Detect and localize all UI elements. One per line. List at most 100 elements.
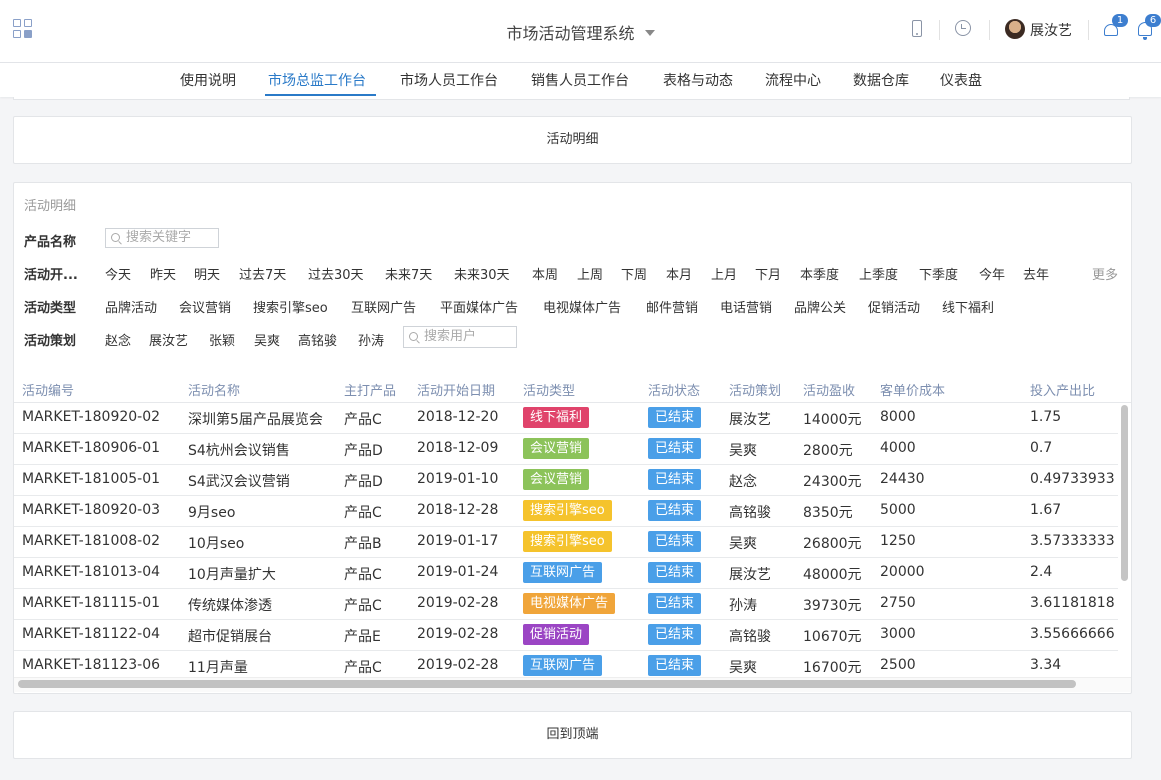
date-option[interactable]: 上周 (577, 264, 603, 283)
type-option[interactable]: 线下福利 (942, 297, 994, 316)
table-row[interactable]: MARKET-181005-01 S4武汉会议营销 产品D 2019-01-10 会议营… (14, 465, 1118, 496)
col-header-type[interactable]: 活动类型 (523, 380, 575, 399)
filter-label-date: 活动开... (24, 268, 78, 283)
date-option[interactable]: 下周 (621, 264, 647, 283)
cell-product: 产品E (344, 629, 381, 645)
avatar[interactable] (1005, 19, 1025, 39)
date-option[interactable]: 本周 (532, 264, 558, 283)
cell-planner: 展汝艺 (729, 412, 771, 428)
col-header-start-date[interactable]: 活动开始日期 (417, 380, 495, 399)
type-option[interactable]: 互联网广告 (351, 297, 416, 316)
planner-option[interactable]: 赵念 (105, 330, 131, 349)
table-row[interactable]: MARKET-180920-03 9月seo 产品C 2018-12-28 搜索引擎se… (14, 496, 1118, 527)
type-option[interactable]: 邮件营销 (646, 297, 698, 316)
table-row[interactable]: MARKET-181122-04 超市促销展台 产品E 2019-02-28 促销活动 已… (14, 620, 1118, 651)
date-option[interactable]: 明天 (194, 264, 220, 283)
date-option[interactable]: 本季度 (800, 264, 839, 283)
cell-planner: 孙涛 (729, 598, 757, 614)
app-title-dropdown[interactable]: 市场活动管理系统 (0, 20, 1161, 44)
cell-revenue: 2800元 (803, 443, 853, 459)
cell-type: 互联网广告 (523, 655, 603, 676)
username[interactable]: 展汝艺 (1030, 20, 1072, 40)
col-header-planner[interactable]: 活动策划 (729, 380, 781, 399)
cell-product: 产品D (344, 474, 383, 490)
share-icon[interactable]: 1 (1102, 14, 1128, 40)
planner-option[interactable]: 张颖 (209, 330, 235, 349)
activity-detail-button[interactable]: 活动明细 (13, 116, 1132, 164)
date-option[interactable]: 过去30天 (308, 264, 364, 283)
horizontal-scrollbar[interactable] (18, 680, 1076, 688)
cell-id: MARKET-181013-04 (22, 564, 161, 580)
product-search-input[interactable]: 搜索关键字 (105, 228, 219, 248)
type-option[interactable]: 电话营销 (720, 297, 772, 316)
planner-search-input[interactable]: 搜索用户 (403, 326, 517, 348)
cell-roi: 3.57333333 (1030, 533, 1115, 549)
col-header-name[interactable]: 活动名称 (188, 380, 240, 399)
date-option[interactable]: 未来30天 (454, 264, 510, 283)
type-option[interactable]: 品牌活动 (105, 297, 157, 316)
cell-name: 超市促销展台 (188, 629, 272, 645)
tab-data-warehouse[interactable]: 数据仓库 (853, 70, 909, 90)
table-row[interactable]: MARKET-181013-04 10月声量扩大 产品C 2019-01-24 互联网广… (14, 558, 1118, 589)
date-option[interactable]: 未来7天 (385, 264, 432, 283)
planner-option[interactable]: 展汝艺 (149, 330, 188, 349)
type-option[interactable]: 促销活动 (868, 297, 920, 316)
table-row[interactable]: MARKET-181123-06 11月声量 产品C 2019-02-28 互联网广告 已… (14, 651, 1118, 679)
table-row[interactable]: MARKET-181115-01 传统媒体渗透 产品C 2019-02-28 电视媒体广… (14, 589, 1118, 620)
tab-sales-staff[interactable]: 销售人员工作台 (531, 70, 629, 90)
clock-icon[interactable] (953, 18, 975, 40)
planner-option[interactable]: 高铭骏 (298, 330, 337, 349)
date-option[interactable]: 本月 (666, 264, 692, 283)
col-header-product[interactable]: 主打产品 (344, 380, 396, 399)
cell-planner: 高铭骏 (729, 505, 771, 521)
type-option[interactable]: 会议营销 (179, 297, 231, 316)
col-header-unit-cost[interactable]: 客单价成本 (880, 380, 945, 399)
cell-start-date: 2018-12-09 (417, 440, 499, 456)
date-option[interactable]: 今天 (105, 264, 131, 283)
col-header-id[interactable]: 活动编号 (22, 380, 74, 399)
cell-product: 产品B (344, 536, 382, 552)
cell-unit-cost: 2750 (880, 595, 916, 611)
cell-name: 9月seo (188, 505, 236, 521)
cell-planner: 赵念 (729, 474, 757, 490)
vertical-scrollbar[interactable] (1121, 405, 1128, 581)
tab-marketing-staff[interactable]: 市场人员工作台 (400, 70, 498, 90)
cell-roi: 2.4 (1030, 564, 1053, 580)
back-to-top-button[interactable]: 回到顶端 (13, 711, 1132, 759)
cell-product: 产品C (344, 567, 382, 583)
tab-marketing-director[interactable]: 市场总监工作台 (268, 70, 366, 90)
table-row[interactable]: MARKET-181008-02 10月seo 产品B 2019-01-17 搜索引擎s… (14, 527, 1118, 558)
date-option[interactable]: 去年 (1023, 264, 1049, 283)
mobile-icon[interactable] (906, 18, 928, 40)
tab-usage-guide[interactable]: 使用说明 (180, 70, 236, 90)
tab-tables-feeds[interactable]: 表格与动态 (663, 70, 733, 90)
type-option[interactable]: 电视媒体广告 (543, 297, 621, 316)
date-option[interactable]: 过去7天 (239, 264, 286, 283)
date-option[interactable]: 今年 (979, 264, 1005, 283)
cell-start-date: 2019-02-28 (417, 657, 499, 673)
col-header-revenue[interactable]: 活动盈收 (803, 380, 855, 399)
date-option[interactable]: 上月 (711, 264, 737, 283)
planner-option[interactable]: 吴爽 (254, 330, 280, 349)
bell-icon[interactable]: 6 (1135, 14, 1161, 40)
cell-unit-cost: 5000 (880, 502, 916, 518)
tab-workflow[interactable]: 流程中心 (765, 70, 821, 90)
planner-option[interactable]: 孙涛 (358, 330, 384, 349)
date-more-link[interactable]: 更多 (1092, 264, 1118, 283)
col-header-roi[interactable]: 投入产出比 (1030, 380, 1095, 399)
type-option[interactable]: 品牌公关 (794, 297, 846, 316)
col-header-status[interactable]: 活动状态 (648, 380, 700, 399)
table-row[interactable]: MARKET-180906-01 S4杭州会议销售 产品D 2018-12-09 会议营… (14, 434, 1118, 465)
date-option[interactable]: 昨天 (150, 264, 176, 283)
table-row[interactable]: MARKET-180920-02 深圳第5届产品展览会 产品C 2018-12-20 线… (14, 403, 1118, 434)
date-option[interactable]: 上季度 (859, 264, 898, 283)
cell-revenue: 14000元 (803, 412, 862, 428)
date-option[interactable]: 下月 (755, 264, 781, 283)
date-option[interactable]: 下季度 (919, 264, 958, 283)
cell-product: 产品C (344, 660, 382, 676)
cell-planner: 高铭骏 (729, 629, 771, 645)
divider (939, 20, 940, 40)
tab-dashboard[interactable]: 仪表盘 (940, 70, 982, 90)
type-option[interactable]: 平面媒体广告 (440, 297, 518, 316)
type-option[interactable]: 搜索引擎seo (253, 297, 328, 316)
